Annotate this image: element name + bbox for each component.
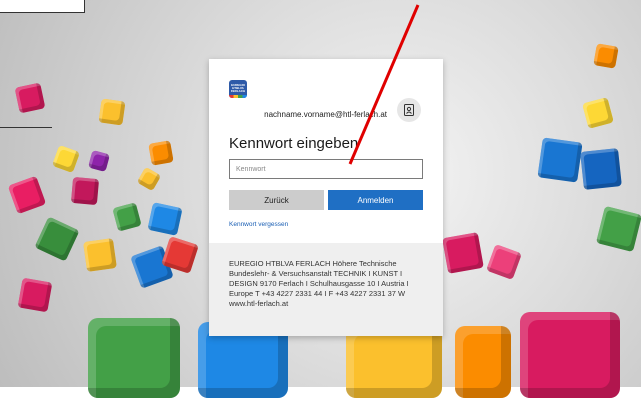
annotation-arrow xyxy=(348,4,420,165)
